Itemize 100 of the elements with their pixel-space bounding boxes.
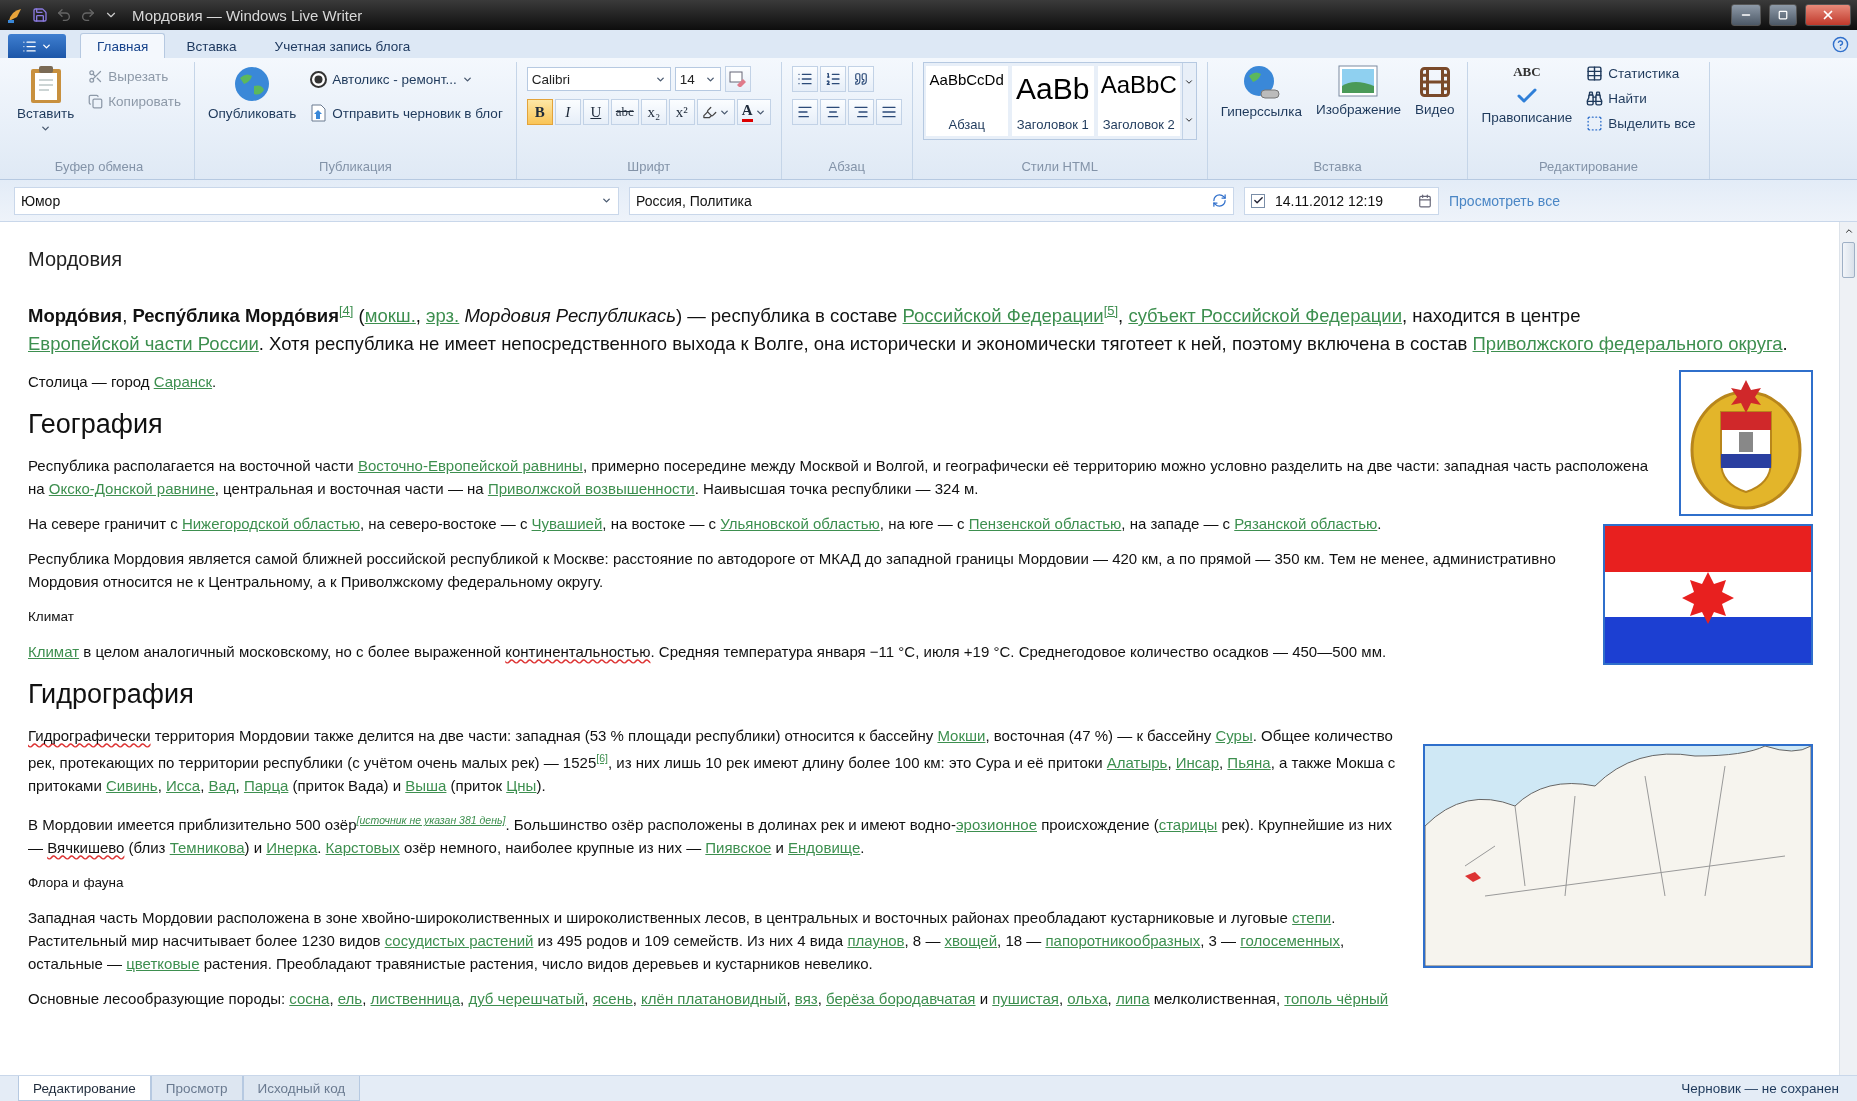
editing-button[interactable]: Выделить все: [1583, 112, 1699, 135]
font-color-button[interactable]: A: [736, 99, 771, 125]
group-label: Публикация: [318, 158, 393, 176]
style-sample: AaBbCcDd: [929, 72, 1004, 89]
ribbon-tab[interactable]: Главная: [80, 33, 166, 58]
text-link[interactable]: Восточно-Европейской равнины: [357, 457, 583, 475]
editing-button[interactable]: Найти: [1583, 87, 1699, 110]
publish-date-field[interactable]: 14.11.2012 12:19: [1244, 186, 1439, 215]
window-title: Мордовия — Windows Live Writer: [132, 6, 363, 24]
text-link[interactable]: липа: [1115, 990, 1150, 1008]
text-link[interactable]: субъект Российской Федерации: [1128, 305, 1402, 327]
view-tab[interactable]: Редактирование: [18, 1076, 151, 1101]
paste-button[interactable]: Вставить: [14, 62, 78, 136]
text-link[interactable]: пушистая: [992, 990, 1059, 1008]
view-all-link[interactable]: Просмотреть все: [1449, 192, 1560, 209]
publish-button[interactable]: Опубликовать: [204, 62, 300, 123]
format-button[interactable]: U: [582, 99, 609, 125]
subsection-heading: Климат: [28, 609, 75, 625]
paragraph: Западная часть Мордовии расположена в зоне хвойно-широколиственных и широколиственных лесов, в центральных и восточных районах преобладают кустарниковые и луговые степи. Растительный мир насчитывает более 1230 видов сосудистых растений из 495 родов и 109 семейств. Из них 4 вида плаунов, 8 — хвощей, 18 — папоротникообразных, 3 — голосеменных, остальные — цветковые растения. Преобладают травянистые растения, число видов деревьев и кустарников невелико.: [28, 908, 1346, 975]
insert-button[interactable]: Изображение: [1312, 62, 1404, 119]
citation-note-link[interactable]: [источник не указан 381 день]: [356, 814, 506, 827]
text-link[interactable]: цветковые: [126, 955, 200, 973]
view-tab[interactable]: Просмотр: [150, 1076, 243, 1101]
text-link[interactable]: старицы: [1158, 816, 1218, 834]
style-name: Заголовок 1: [1016, 117, 1089, 132]
group-label: Редактирование: [1538, 158, 1640, 176]
text-link[interactable]: эрз.: [426, 305, 460, 327]
paragraph: Гидрографически территория Мордовии также делится на две части: западная (53 % площади республики) относится к бассейну Мокши, восточная (47 %) — к бассейну Суры. Общее количество рек, протекающих по территории республики (с учётом очень малых рек) — 1525$^{[6]}$, из них лишь 10 рек имеют длину более 100 км: это Сура и её притоки Алатырь, Инсар, Пьяна, а также Мокша с притоками Сивинь, Исса, Вад, Парца (приток Вада) и Выша (приток Цны).: [28, 726, 1397, 797]
style-option[interactable]: AaBb Заголовок 1: [1011, 66, 1094, 136]
spelling-button[interactable]: ABC Правописание: [1478, 62, 1576, 127]
text-link[interactable]: Ульяновской областью: [720, 515, 880, 533]
view-tab[interactable]: Исходный код: [242, 1076, 361, 1101]
category-select[interactable]: Юмор: [14, 186, 619, 215]
text-link[interactable]: Приволжского федерального округа: [1472, 333, 1783, 355]
text-link[interactable]: сосна: [289, 990, 330, 1008]
style-option[interactable]: AaBbC Заголовок 2: [1097, 66, 1180, 136]
text-link[interactable]: плаунов: [847, 932, 905, 950]
insert-button[interactable]: Гиперссылка: [1217, 62, 1305, 121]
style-name: Абзац: [948, 117, 985, 132]
text-link[interactable]: Окско-Донской равнине: [48, 480, 215, 498]
text-link[interactable]: ольха: [1067, 990, 1108, 1008]
text-link[interactable]: тополь чёрный: [1284, 990, 1389, 1008]
group-label: Буфер обмена: [53, 158, 145, 176]
footnote-link[interactable]: [5]: [1103, 303, 1119, 318]
ribbon-tab[interactable]: Вставка: [169, 33, 254, 58]
text-link[interactable]: вяз: [794, 990, 818, 1008]
paragraph: На севере граничит с Нижегородской областью, на северо-востоке — с Чувашией, на востоке — с Ульяновской областью, на юге — с Пензенской областью, на западе — с Рязанской областью.: [28, 514, 1383, 535]
style-sample: AaBbC: [1100, 72, 1177, 99]
tags-field[interactable]: Россия, Политика: [629, 186, 1234, 215]
text-link[interactable]: берёза бородавчатая: [826, 990, 976, 1008]
text-link[interactable]: Алатырь: [1106, 754, 1168, 772]
format-button[interactable]: I: [554, 99, 581, 125]
paragraph: Климат в целом аналогичный московскому, но с более выраженной континентальностью. Средняя температура января −11 °C, июля +19 °C. Среднегодовое количество осадков — 450—500 мм.: [28, 642, 1388, 663]
ribbon-tab[interactable]: Учетная запись блога: [257, 33, 428, 58]
spelling-label-glyph: ABC: [1513, 64, 1541, 80]
insert-button[interactable]: Видео: [1411, 62, 1458, 119]
paragraph: Республика Мордовия является самой ближней российской республикой к Москве: расстояние по автодороге от МКАД до западной границы Мордовии — 420 км, а по прямой — 350 км. Тем не менее, административно Мордовия относится не к Центральному, а к Приволжскому федеральному округу.: [28, 549, 1557, 593]
text-link[interactable]: ясень: [592, 990, 633, 1008]
text-link[interactable]: Вад: [208, 777, 236, 795]
footnote-link[interactable]: [4]: [339, 303, 354, 318]
text-link[interactable]: Ендовище: [788, 839, 861, 857]
text-link[interactable]: Европейской части России: [28, 333, 259, 355]
group-label: Стили HTML: [1020, 158, 1099, 176]
text-link[interactable]: Сивинь: [106, 777, 158, 795]
paragraph: Основные лесообразующие породы: сосна, ель, лиственница, дуб черешчатый, ясень, клён платановидный, вяз, берёза бородавчатая и пушистая, ольха, липа мелколиственная, тополь чёрный: [28, 989, 1390, 1010]
text-link[interactable]: хвощей: [944, 932, 998, 950]
text-link[interactable]: Пиявское: [705, 839, 772, 857]
text-link[interactable]: Нижегородской областью: [181, 515, 360, 533]
format-button[interactable]: B: [526, 99, 553, 125]
paragraph: Мордо́вия, Респу́блика Мордо́вия$^{[4]}$ (мокш., эрз. Мордовия Республикась) — республика в составе Российской Федерации$^{[5]}$, субъект Российской Федерации, находится в центре Европейской части России. Хотя республика не имеет непосредственного выхода к Волге, она исторически и экономически тяготеет к ней, поэтому включена в состав Приволжского федерального округа.: [28, 302, 1789, 357]
text-link[interactable]: Пьяна: [1227, 754, 1271, 772]
text-link[interactable]: Цны: [506, 777, 537, 795]
blog-selector[interactable]: Автоликс - ремонт...: [307, 68, 506, 91]
text-link[interactable]: Карстовых: [325, 839, 400, 857]
paragraph: Республика располагается на восточной части Восточно-Европейской равнины, примерно посередине между Москвой и Волгой, и географически её территорию можно условно разделить на две части: западная часть расположена на Окско-Донской равнине, центральная и восточная части — на Приволжской возвышенности. Наивысшая точка республики — 324 м.: [28, 456, 1649, 500]
text-link[interactable]: мокш.: [364, 305, 416, 327]
text-link[interactable]: Российской Федерации: [902, 305, 1104, 327]
text-link[interactable]: Климат: [28, 643, 80, 661]
text-link[interactable]: Приволжской возвышенности: [487, 480, 695, 498]
footnote-link[interactable]: [6]: [596, 752, 608, 765]
text-link[interactable]: Мокши: [937, 727, 986, 745]
format-button[interactable]: x₂: [640, 99, 667, 125]
format-button[interactable]: abc: [610, 99, 639, 125]
text-link[interactable]: клён платановидный: [641, 990, 787, 1008]
font-size-select[interactable]: 14: [674, 67, 721, 91]
text-link[interactable]: Инсар: [1175, 754, 1219, 772]
editing-button[interactable]: Статистика: [1583, 62, 1699, 85]
text-link[interactable]: Парца: [243, 777, 289, 795]
subsection-heading: Флора и фауна: [28, 875, 125, 891]
group-label: Вставка: [1312, 158, 1363, 176]
send-draft-button[interactable]: Отправить черновик в блог: [307, 101, 506, 125]
style-option[interactable]: AaBbCcDd Абзац: [925, 66, 1008, 136]
font-family-select[interactable]: Calibri: [526, 67, 671, 91]
text-link[interactable]: Суры: [1215, 727, 1253, 745]
text-link[interactable]: Темникова: [169, 839, 245, 857]
text-link[interactable]: степи: [1292, 909, 1332, 927]
text-link[interactable]: сосудистых растений: [384, 932, 534, 950]
format-button[interactable]: x²: [668, 99, 695, 125]
text-link[interactable]: эрозионное: [955, 816, 1037, 834]
text-link[interactable]: Выша: [405, 777, 447, 795]
